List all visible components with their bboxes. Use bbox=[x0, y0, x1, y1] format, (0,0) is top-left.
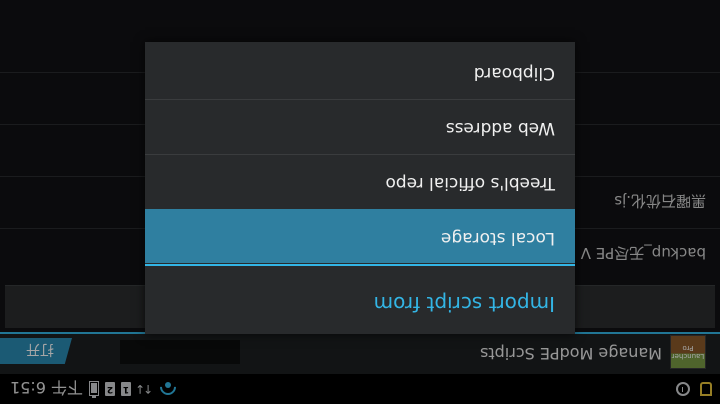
screen-rotated-180: ↑↓ 1 2 下午 6:51 Launcher Pro Manage ModPE… bbox=[0, 0, 720, 404]
option-label: Clipboard bbox=[473, 63, 555, 83]
option-label: Treebl's official repo bbox=[385, 173, 555, 193]
option-official-repo[interactable]: Treebl's official repo bbox=[145, 154, 575, 208]
dialog-title: Import script from bbox=[145, 264, 575, 334]
option-label: Web address bbox=[445, 118, 555, 138]
option-label: Local storage bbox=[440, 228, 555, 248]
option-web-address[interactable]: Web address bbox=[145, 99, 575, 153]
dialog-title-label: Import script from bbox=[373, 292, 555, 316]
option-local-storage[interactable]: Local storage bbox=[145, 209, 575, 263]
option-clipboard[interactable]: Clipboard bbox=[145, 44, 575, 98]
import-dialog: Import script from Local storage Treebl'… bbox=[145, 42, 575, 334]
